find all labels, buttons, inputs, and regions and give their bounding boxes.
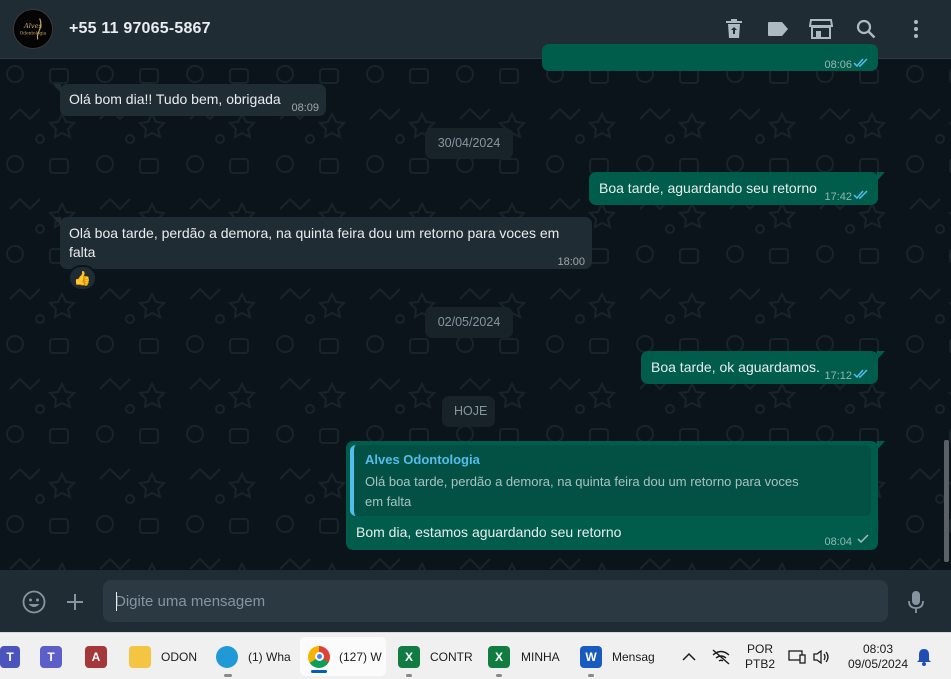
whatsapp-window: Alves Odontologia +55 11 97065-5867 08:0… bbox=[0, 0, 951, 679]
quote-text-line2: em falta bbox=[365, 494, 412, 509]
taskbar-label: (1) Wha bbox=[248, 649, 291, 664]
message-time: 08:06 bbox=[824, 59, 852, 71]
attach-plus-icon[interactable] bbox=[62, 589, 88, 615]
message-time: 08:09 bbox=[291, 102, 319, 114]
menu-icon[interactable] bbox=[903, 16, 929, 42]
label-icon[interactable] bbox=[765, 16, 791, 42]
clock-date: 09/05/2024 bbox=[847, 657, 909, 671]
running-indicator bbox=[588, 674, 594, 677]
date-divider: 30/04/2024 bbox=[425, 128, 513, 159]
quote-text-line1: Olá boa tarde, perdão a demora, na quint… bbox=[365, 474, 799, 489]
excel-icon: X bbox=[398, 645, 420, 668]
message-text-line2: falta bbox=[69, 244, 96, 260]
bubble-tail bbox=[877, 351, 885, 360]
taskbar-chrome[interactable]: (127) W bbox=[300, 637, 386, 676]
contact-name[interactable]: +55 11 97065-5867 bbox=[69, 20, 211, 38]
word-icon: W bbox=[580, 645, 602, 668]
chat-scrollbar[interactable] bbox=[944, 440, 949, 562]
bubble-tail bbox=[877, 441, 885, 450]
edge-icon bbox=[216, 645, 238, 668]
active-indicator bbox=[311, 670, 327, 673]
chrome-icon bbox=[308, 645, 330, 668]
taskbar-edge-whatsapp[interactable]: (1) Wha bbox=[216, 633, 291, 679]
taskbar-label: (127) W bbox=[339, 649, 382, 664]
date-divider: HOJE bbox=[442, 396, 495, 427]
message-input-box[interactable] bbox=[103, 580, 888, 622]
emoji-icon[interactable] bbox=[21, 589, 47, 615]
delete-icon[interactable] bbox=[721, 16, 747, 42]
taskbar-folder-odon[interactable]: ODON bbox=[129, 633, 232, 679]
taskbar-teams-classic[interactable]: T bbox=[0, 633, 20, 679]
teams-icon: T bbox=[0, 645, 20, 668]
taskbar-excel-minha[interactable]: X MINHA bbox=[488, 633, 560, 679]
volume-icon[interactable] bbox=[812, 633, 830, 679]
system-clock[interactable]: 08:03 09/05/2024 bbox=[843, 642, 913, 672]
message-text: Bom dia, estamos aguardando seu retorno bbox=[356, 524, 622, 540]
taskbar-label: ODON bbox=[161, 649, 197, 664]
taskbar-label: MINHA bbox=[521, 649, 560, 664]
text-caret bbox=[116, 592, 117, 611]
message-text-line1: Olá boa tarde, perdão a demora, na quint… bbox=[69, 225, 560, 241]
running-indicator bbox=[224, 674, 230, 677]
message-partial-outgoing[interactable]: 08:06 bbox=[542, 44, 878, 71]
folder-icon bbox=[129, 645, 151, 668]
message-incoming[interactable]: Olá bom dia!! Tudo bem, obrigada 08:09 bbox=[53, 84, 326, 116]
bubble-tail bbox=[53, 84, 61, 93]
quoted-message[interactable]: Alves Odontologia Olá boa tarde, perdão … bbox=[350, 445, 871, 516]
taskbar-excel-contr[interactable]: X CONTR bbox=[398, 633, 473, 679]
sent-tick-icon bbox=[857, 534, 869, 544]
bubble-tail bbox=[877, 172, 885, 181]
search-icon[interactable] bbox=[853, 16, 879, 42]
catalog-icon[interactable] bbox=[808, 16, 834, 42]
notification-bell-icon[interactable] bbox=[916, 633, 932, 679]
bubble-tail bbox=[53, 217, 61, 226]
clock-time: 08:03 bbox=[862, 642, 894, 656]
excel-icon: X bbox=[488, 645, 510, 668]
message-outgoing[interactable]: Boa tarde, ok aguardamos. 17:12 bbox=[641, 351, 885, 384]
teams-new-icon: T bbox=[40, 645, 62, 668]
message-incoming[interactable]: Olá boa tarde, perdão a demora, na quint… bbox=[53, 217, 592, 269]
language-line2: PTB2 bbox=[744, 657, 775, 671]
message-time: 08:04 bbox=[824, 536, 852, 548]
message-time: 18:00 bbox=[557, 256, 585, 268]
svg-text:Alves: Alves bbox=[23, 22, 43, 30]
taskbar-label: Mensag bbox=[612, 649, 655, 664]
network-disconnected-icon[interactable] bbox=[711, 633, 731, 679]
running-indicator bbox=[496, 674, 502, 677]
message-input[interactable] bbox=[115, 580, 875, 622]
read-ticks-icon bbox=[853, 58, 868, 68]
svg-text:Odontologia: Odontologia bbox=[20, 32, 47, 37]
quote-author: Alves Odontologia bbox=[365, 452, 480, 467]
taskbar-teams-new[interactable]: T bbox=[40, 633, 71, 679]
input-language-indicator[interactable]: POR PTB2 bbox=[741, 642, 779, 672]
taskbar-word-mensag[interactable]: W Mensag bbox=[580, 633, 655, 679]
language-line1: POR bbox=[746, 642, 773, 656]
microphone-icon[interactable] bbox=[903, 589, 929, 615]
message-text: Boa tarde, aguardando seu retorno bbox=[599, 180, 817, 196]
message-text: Olá bom dia!! Tudo bem, obrigada bbox=[69, 91, 281, 107]
running-indicator bbox=[406, 674, 412, 677]
message-text: Boa tarde, ok aguardamos. bbox=[651, 359, 820, 375]
avatar-logo: Alves Odontologia bbox=[14, 10, 52, 48]
read-ticks-icon bbox=[853, 190, 868, 200]
message-time: 17:12 bbox=[824, 370, 852, 382]
windows-taskbar: T T A ODON (1) Wha (127) W X CONTR X MIN… bbox=[0, 632, 951, 679]
quote-text: Olá boa tarde, perdão a demora, na quint… bbox=[365, 472, 815, 512]
avatar[interactable]: Alves Odontologia bbox=[13, 9, 53, 49]
date-divider: 02/05/2024 bbox=[425, 307, 513, 338]
show-hidden-icons-chevron-up-icon[interactable] bbox=[682, 633, 696, 679]
display-icon[interactable] bbox=[788, 633, 806, 679]
taskbar-access[interactable]: A bbox=[85, 633, 116, 679]
message-time: 17:42 bbox=[824, 191, 852, 203]
taskbar-label: CONTR bbox=[430, 649, 473, 664]
reaction-thumbs-up-icon[interactable]: 👍 bbox=[68, 265, 97, 291]
read-ticks-icon bbox=[853, 369, 868, 379]
message-outgoing[interactable]: Boa tarde, aguardando seu retorno 17:42 bbox=[589, 172, 885, 205]
access-icon: A bbox=[85, 645, 107, 668]
